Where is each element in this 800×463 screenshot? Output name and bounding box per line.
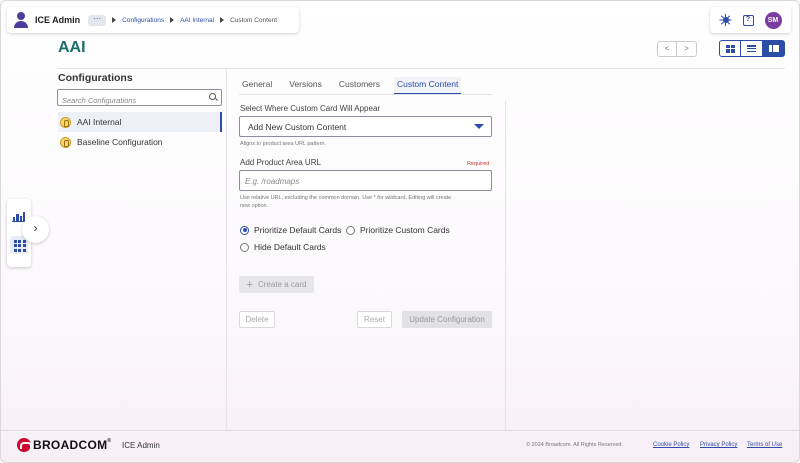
config-item-label: Baseline Configuration [77, 137, 163, 147]
copyright: © 2024 Broadcom. All Rights Reserved. [526, 442, 623, 448]
brand-name: BROADCOM® [33, 438, 112, 452]
search-input[interactable] [62, 93, 202, 108]
config-item-label: AAI Internal [77, 117, 122, 127]
next-button[interactable]: > [677, 41, 697, 57]
tab-versions[interactable]: Versions [286, 77, 325, 94]
header-actions: ? SM [710, 7, 791, 33]
divider [58, 68, 785, 69]
radio-button[interactable] [240, 242, 249, 252]
reset-button[interactable]: Reset [357, 311, 392, 328]
tab-customers[interactable]: Customers [336, 77, 383, 94]
breadcrumb-configurations[interactable]: Configurations [122, 17, 164, 24]
list-view-button[interactable] [741, 40, 763, 57]
page-title: AAI [58, 39, 86, 56]
terms-of-use-link[interactable]: Terms of Use [747, 442, 782, 448]
product-area-url-input[interactable] [245, 172, 485, 191]
chevron-right-icon [220, 17, 225, 23]
search-icon[interactable] [209, 93, 216, 100]
grid-icon [725, 44, 735, 53]
lightbulb-icon [60, 116, 71, 128]
breadcrumb-more-button[interactable]: ··· [88, 14, 107, 26]
radio-hide-default[interactable]: Hide Default Cards [240, 242, 326, 252]
url-help-text-2: new option. [240, 203, 269, 209]
record-nav: < > [657, 41, 697, 57]
help-icon[interactable]: ? [742, 14, 754, 26]
select-value: Add New Custom Content [248, 122, 347, 132]
url-help-text: Use relative URL, excluding the common d… [240, 195, 452, 201]
select-help-text: Aligns to product area URL pattern. [240, 141, 327, 147]
lightbulb-icon [60, 136, 71, 148]
divider [505, 101, 506, 430]
plus-icon: + [246, 278, 253, 291]
breadcrumb-aai-internal[interactable]: AAI Internal [180, 17, 214, 24]
split-view-icon [768, 45, 779, 52]
search-field [57, 89, 222, 108]
chevron-right-icon [170, 17, 175, 23]
footer-app-name: ICE Admin [122, 441, 160, 450]
radio-button[interactable] [346, 225, 355, 235]
tab-bar: General Versions Customers Custom Conten… [239, 77, 472, 94]
radio-label: Hide Default Cards [254, 242, 326, 252]
url-label: Add Product Area URL [240, 158, 321, 167]
custom-content-select[interactable]: Add New Custom Content [239, 116, 492, 137]
grid-view-button[interactable] [719, 40, 741, 57]
tab-custom-content[interactable]: Custom Content [393, 77, 462, 94]
app-header: ICE Admin ··· Configurations AAI Interna… [7, 7, 299, 33]
view-switcher [719, 40, 785, 57]
chevron-right-icon [112, 17, 117, 23]
app-window: ICE Admin ··· Configurations AAI Interna… [0, 0, 800, 463]
list-icon [747, 45, 756, 52]
prev-button[interactable]: < [657, 41, 677, 57]
url-field [239, 170, 492, 191]
split-view-button[interactable] [763, 40, 785, 57]
caret-down-icon [474, 124, 484, 129]
radio-label: Prioritize Custom Cards [360, 225, 450, 235]
tab-general[interactable]: General [239, 77, 275, 94]
radio-prioritize-default[interactable]: Prioritize Default Cards [240, 225, 341, 235]
radio-prioritize-custom[interactable]: Prioritize Custom Cards [346, 225, 450, 235]
expand-sidebar-button[interactable]: › [22, 216, 49, 243]
required-indicator: Required [467, 161, 490, 167]
delete-button[interactable]: Delete [239, 311, 275, 328]
broadcom-logo-icon [17, 438, 32, 452]
update-configuration-button[interactable]: Update Configuration [402, 311, 492, 328]
footer: BROADCOM® ICE Admin © 2024 Broadcom. All… [1, 431, 799, 462]
radio-label: Prioritize Default Cards [254, 225, 342, 235]
avatar[interactable]: SM [764, 11, 782, 29]
select-label: Select Where Custom Card Will Appear [240, 104, 381, 113]
config-item-aai-internal[interactable]: AAI Internal [58, 112, 222, 132]
config-item-baseline[interactable]: Baseline Configuration [58, 132, 222, 152]
create-card-button[interactable]: + Create a card [239, 276, 314, 293]
privacy-policy-link[interactable]: Privacy Policy [700, 442, 737, 448]
cookie-policy-link[interactable]: Cookie Policy [653, 442, 689, 448]
breadcrumb-current: Custom Content [230, 16, 278, 24]
divider [226, 69, 227, 430]
configurations-title: Configurations [58, 72, 133, 84]
radio-button[interactable] [240, 225, 249, 235]
theme-sun-icon[interactable] [719, 14, 732, 26]
app-title: ICE Admin [35, 15, 81, 25]
create-card-label: Create a card [257, 280, 307, 289]
tab-divider [239, 94, 492, 95]
user-icon [13, 12, 29, 28]
